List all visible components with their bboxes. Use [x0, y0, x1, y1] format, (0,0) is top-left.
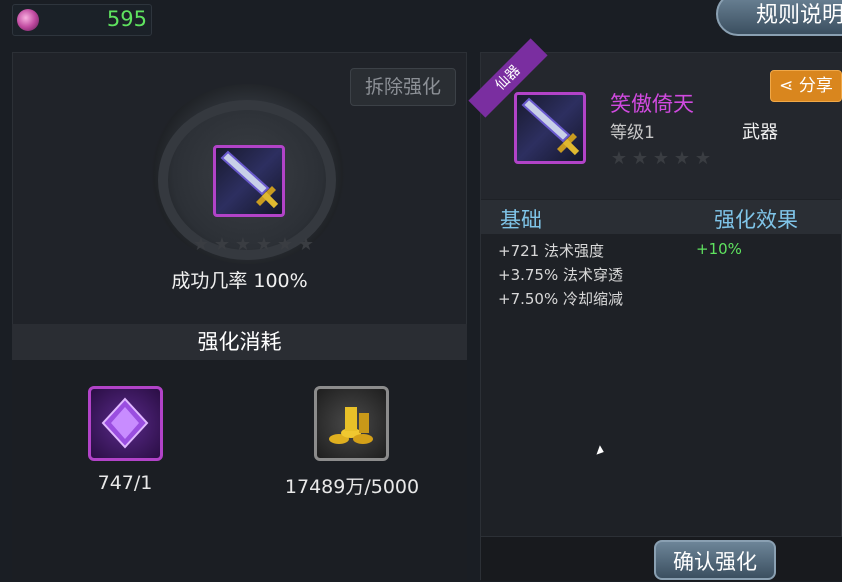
crystal-cost-count: 747/1: [97, 472, 153, 494]
currency-value: 595: [106, 7, 147, 31]
share-icon: ⋖: [779, 76, 794, 96]
rules-button[interactable]: 规则说明: [716, 0, 842, 36]
weapon-name: 笑傲倚天: [610, 92, 694, 116]
star-icon: ★: [694, 148, 712, 169]
star-icon: ★: [631, 148, 649, 169]
cost-area: [12, 360, 467, 580]
star-icon: ★: [652, 148, 670, 169]
stat-line: +7.50% 冷却缩减: [498, 290, 623, 308]
weapon-level: 等级1: [610, 123, 655, 143]
success-rate-text: 成功几率 100%: [171, 270, 308, 292]
weapon-type: 武器: [742, 122, 778, 143]
crystal-swirl-icon: [17, 9, 39, 31]
remove-enhance-button[interactable]: 拆除强化: [350, 68, 456, 106]
gold-coins-icon[interactable]: [314, 386, 389, 461]
currency-display: 595: [12, 4, 152, 36]
weapon-sword-icon[interactable]: [514, 92, 586, 164]
star-icon: ★: [234, 234, 252, 255]
purple-crystal-icon[interactable]: [88, 386, 163, 461]
weapon-star-rating: ★ ★ ★ ★ ★: [610, 150, 712, 168]
base-stats-label: 基础: [500, 208, 542, 232]
gold-cost-count: 17489万/5000: [284, 476, 420, 498]
star-rating: ★ ★ ★ ★ ★ ★: [192, 236, 315, 254]
star-icon: ★: [610, 148, 628, 169]
share-label: 分享: [798, 76, 833, 96]
confirm-enhance-button[interactable]: 确认强化: [654, 540, 776, 580]
stat-line: +3.75% 法术穿透: [498, 266, 623, 284]
sword-icon[interactable]: [213, 145, 285, 217]
cost-header: 强化消耗: [12, 324, 467, 360]
star-icon: ★: [213, 234, 231, 255]
share-button[interactable]: ⋖ 分享: [770, 70, 842, 102]
enhance-effect-label: 强化效果: [714, 208, 798, 232]
enhance-effect-value: +10%: [696, 240, 742, 258]
star-icon: ★: [673, 148, 691, 169]
stat-line: +721 法术强度: [498, 242, 604, 260]
star-icon: ★: [276, 234, 294, 255]
star-icon: ★: [297, 234, 315, 255]
star-icon: ★: [255, 234, 273, 255]
star-icon: ★: [192, 234, 210, 255]
